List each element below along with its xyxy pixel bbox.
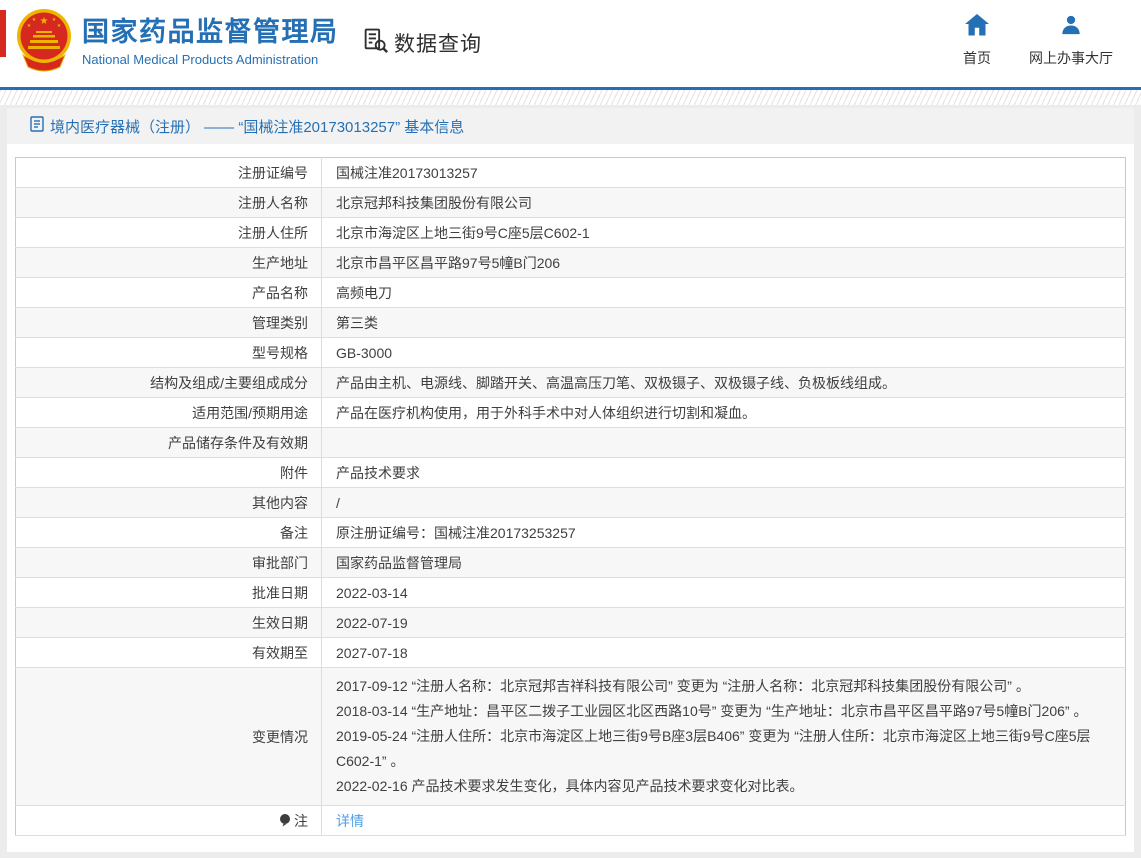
- row-label: 生产地址: [16, 248, 322, 278]
- row-value: 北京冠邦科技集团股份有限公司: [322, 188, 1126, 218]
- agency-name-zh: 国家药品监督管理局: [82, 16, 339, 48]
- hatch-decoration-band: [0, 90, 1141, 105]
- table-row: 生产地址 北京市昌平区昌平路97号5幢B门206: [16, 248, 1126, 278]
- data-query-label: 数据查询: [394, 28, 482, 58]
- table-row: 结构及组成/主要组成成分 产品由主机、电源线、脚踏开关、高温高压刀笔、双极镊子、…: [16, 368, 1126, 398]
- row-label: 型号规格: [16, 338, 322, 368]
- note-icon: [279, 813, 291, 831]
- row-label: 产品名称: [16, 278, 322, 308]
- table-row: 型号规格 GB-3000: [16, 338, 1126, 368]
- row-value: 产品由主机、电源线、脚踏开关、高温高压刀笔、双极镊子、双极镊子线、负极板线组成。: [322, 368, 1126, 398]
- row-label: 注册人住所: [16, 218, 322, 248]
- data-query-icon: [362, 27, 389, 59]
- registration-detail-table: 注册证编号 国械注准20173013257 注册人名称 北京冠邦科技集团股份有限…: [15, 157, 1126, 836]
- nav-home[interactable]: 首页: [963, 14, 991, 68]
- row-value: GB-3000: [322, 338, 1126, 368]
- table-row: 备注 原注册证编号：国械注准20173253257: [16, 518, 1126, 548]
- table-row-note: 注 详情: [16, 806, 1126, 836]
- svg-text:★: ★: [32, 17, 37, 23]
- row-value: 产品技术要求: [322, 458, 1126, 488]
- row-value: 2022-03-14: [322, 578, 1126, 608]
- row-value: 北京市昌平区昌平路97号5幢B门206: [322, 248, 1126, 278]
- table-row: 产品名称 高频电刀: [16, 278, 1126, 308]
- row-label: 注: [16, 806, 322, 836]
- document-icon: [30, 116, 44, 137]
- page-header: ★ ★ ★ ★ ★ 国家药品监督管理局 National Medical Pro…: [0, 0, 1141, 90]
- row-label: 注册人名称: [16, 188, 322, 218]
- table-row-change-history: 变更情况 2017-09-12 “注册人名称：北京冠邦吉祥科技有限公司” 变更为…: [16, 668, 1126, 806]
- table-row: 批准日期 2022-03-14: [16, 578, 1126, 608]
- nav-online-hall-label: 网上办事大厅: [1029, 48, 1113, 68]
- table-row: 注册人住所 北京市海淀区上地三街9号C座5层C602-1: [16, 218, 1126, 248]
- page-title: 境内医疗器械（注册） —— “国械注准20173013257” 基本信息: [50, 116, 464, 137]
- national-emblem-icon: ★ ★ ★ ★ ★: [15, 7, 73, 75]
- data-query-section[interactable]: 数据查询: [362, 27, 482, 59]
- row-label-text: 注: [294, 813, 308, 829]
- row-label: 有效期至: [16, 638, 322, 668]
- row-label: 产品储存条件及有效期: [16, 428, 322, 458]
- table-row: 适用范围/预期用途 产品在医疗机构使用，用于外科手术中对人体组织进行切割和凝血。: [16, 398, 1126, 428]
- main-content: 境内医疗器械（注册） —— “国械注准20173013257” 基本信息 注册证…: [7, 108, 1134, 852]
- red-edge-strip: [0, 10, 6, 57]
- row-value: 国家药品监督管理局: [322, 548, 1126, 578]
- nav-home-label: 首页: [963, 48, 991, 68]
- row-value: [322, 428, 1126, 458]
- row-value: 产品在医疗机构使用，用于外科手术中对人体组织进行切割和凝血。: [322, 398, 1126, 428]
- table-row: 附件 产品技术要求: [16, 458, 1126, 488]
- row-value: 2022-07-19: [322, 608, 1126, 638]
- row-label: 其他内容: [16, 488, 322, 518]
- table-row: 注册证编号 国械注准20173013257: [16, 158, 1126, 188]
- row-label: 审批部门: [16, 548, 322, 578]
- table-row: 生效日期 2022-07-19: [16, 608, 1126, 638]
- svg-text:★: ★: [27, 23, 32, 29]
- row-label: 适用范围/预期用途: [16, 398, 322, 428]
- svg-text:★: ★: [40, 16, 49, 27]
- row-label: 备注: [16, 518, 322, 548]
- agency-title-block: 国家药品监督管理局 National Medical Products Admi…: [82, 16, 339, 67]
- row-value: 高频电刀: [322, 278, 1126, 308]
- table-row: 其他内容 /: [16, 488, 1126, 518]
- home-icon: [965, 14, 989, 41]
- row-value: 原注册证编号：国械注准20173253257: [322, 518, 1126, 548]
- breadcrumb-bar: 境内医疗器械（注册） —— “国械注准20173013257” 基本信息: [7, 108, 1134, 144]
- row-value: 国械注准20173013257: [322, 158, 1126, 188]
- national-emblem-logo: ★ ★ ★ ★ ★: [15, 7, 73, 80]
- row-value: /: [322, 488, 1126, 518]
- row-label: 管理类别: [16, 308, 322, 338]
- row-value: 北京市海淀区上地三街9号C座5层C602-1: [322, 218, 1126, 248]
- user-icon: [1060, 14, 1082, 41]
- row-label: 生效日期: [16, 608, 322, 638]
- nav-online-hall[interactable]: 网上办事大厅: [1029, 14, 1113, 68]
- row-value: 2017-09-12 “注册人名称：北京冠邦吉祥科技有限公司” 变更为 “注册人…: [322, 668, 1126, 806]
- svg-text:★: ★: [57, 23, 62, 29]
- row-label: 批准日期: [16, 578, 322, 608]
- table-row: 审批部门 国家药品监督管理局: [16, 548, 1126, 578]
- table-row: 产品储存条件及有效期: [16, 428, 1126, 458]
- row-label: 附件: [16, 458, 322, 488]
- detail-link[interactable]: 详情: [336, 813, 364, 829]
- table-row: 注册人名称 北京冠邦科技集团股份有限公司: [16, 188, 1126, 218]
- agency-name-en: National Medical Products Administration: [82, 52, 339, 67]
- row-label: 变更情况: [16, 668, 322, 806]
- row-value: 2027-07-18: [322, 638, 1126, 668]
- header-nav: 首页 网上办事大厅: [963, 14, 1113, 68]
- table-row: 管理类别 第三类: [16, 308, 1126, 338]
- row-value: 详情: [322, 806, 1126, 836]
- row-label: 注册证编号: [16, 158, 322, 188]
- table-row: 有效期至 2027-07-18: [16, 638, 1126, 668]
- row-label: 结构及组成/主要组成成分: [16, 368, 322, 398]
- row-value: 第三类: [322, 308, 1126, 338]
